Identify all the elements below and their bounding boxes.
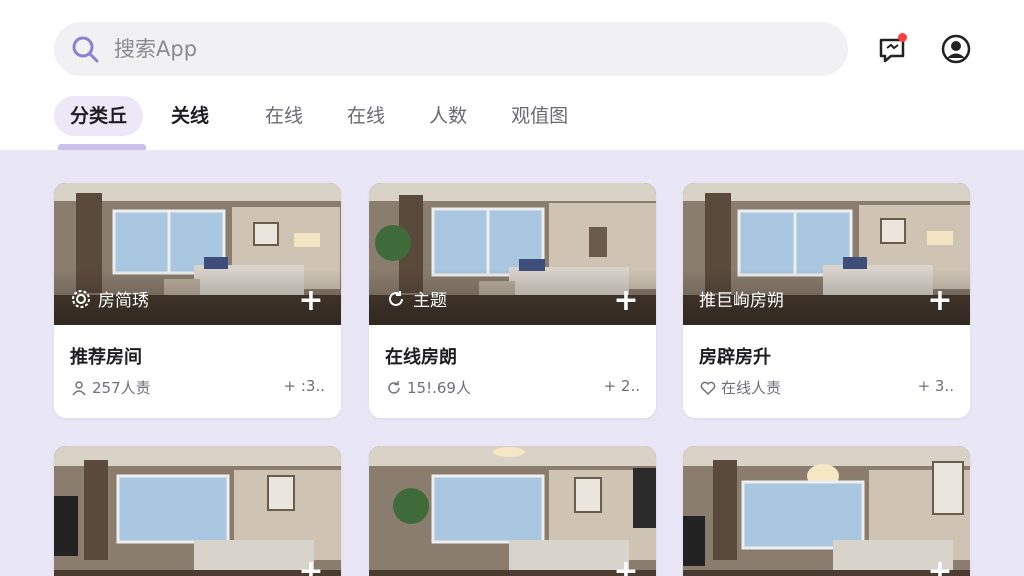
room-card[interactable]: + <box>369 446 656 576</box>
room-card[interactable]: + <box>54 446 341 576</box>
room-thumbnail: + <box>683 446 970 576</box>
room-title: 在线房朗 <box>385 347 457 368</box>
room-badge: 房简琇 <box>98 291 149 311</box>
room-title: 推荐房间 <box>70 347 142 368</box>
refresh-icon <box>385 379 403 397</box>
add-button[interactable]: + <box>610 286 642 316</box>
room-meta: 在线人责 <box>721 379 782 397</box>
add-button[interactable]: + <box>924 557 956 576</box>
room-count: + :3.. <box>283 377 325 395</box>
room-count: + 3.. <box>917 377 954 395</box>
top-bar: 分类丘 关线 在线 在线 人数 观值图 <box>0 0 1024 150</box>
heart-icon <box>699 379 717 397</box>
add-button[interactable]: + <box>924 286 956 316</box>
room-grid: 房简琇 + 推荐房间 257人责 + :3.. 主题 + 在线房朗 15!.69… <box>0 150 1024 576</box>
room-card[interactable]: 房简琇 + 推荐房间 257人责 + :3.. <box>54 183 341 418</box>
room-card[interactable]: 推巨峋房朔 + 房辟房升 在线人责 + 3.. <box>683 183 970 418</box>
person-icon <box>70 379 88 397</box>
room-card[interactable]: 主题 + 在线房朗 15!.69人 + 2.. <box>369 183 656 418</box>
tab-category[interactable]: 分类丘 <box>54 96 144 136</box>
room-count: + 2.. <box>603 377 640 395</box>
room-meta: 257人责 <box>92 379 151 397</box>
room-meta: 15!.69人 <box>407 379 471 397</box>
add-button[interactable]: + <box>295 286 327 316</box>
room-thumbnail: 推巨峋房朔 + <box>683 183 970 325</box>
room-thumbnail: + <box>369 446 656 576</box>
profile-icon[interactable] <box>938 31 974 67</box>
tab-related[interactable]: 关线 <box>155 96 225 136</box>
room-thumbnail: 房简琇 + <box>54 183 341 325</box>
category-tabs: 分类丘 关线 在线 在线 人数 观值图 <box>54 95 596 137</box>
room-thumbnail: 主题 + <box>369 183 656 325</box>
room-card[interactable]: + <box>683 446 970 576</box>
search-bar[interactable] <box>54 22 848 76</box>
gear-icon <box>70 288 92 310</box>
search-input[interactable] <box>114 37 714 61</box>
room-badge: 主题 <box>413 291 447 311</box>
add-button[interactable]: + <box>295 557 327 576</box>
room-title: 房辟房升 <box>699 347 771 368</box>
tab-view[interactable]: 观值图 <box>495 96 584 136</box>
chat-notification-icon[interactable] <box>874 31 910 67</box>
room-badge: 推巨峋房朔 <box>699 291 784 311</box>
notification-dot <box>898 33 907 42</box>
add-button[interactable]: + <box>610 557 642 576</box>
tab-online-1[interactable]: 在线 <box>249 96 319 136</box>
search-icon <box>70 34 100 64</box>
tab-people-count[interactable]: 人数 <box>413 96 483 136</box>
refresh-icon <box>385 288 407 310</box>
tab-online-2[interactable]: 在线 <box>331 96 401 136</box>
room-thumbnail: + <box>54 446 341 576</box>
